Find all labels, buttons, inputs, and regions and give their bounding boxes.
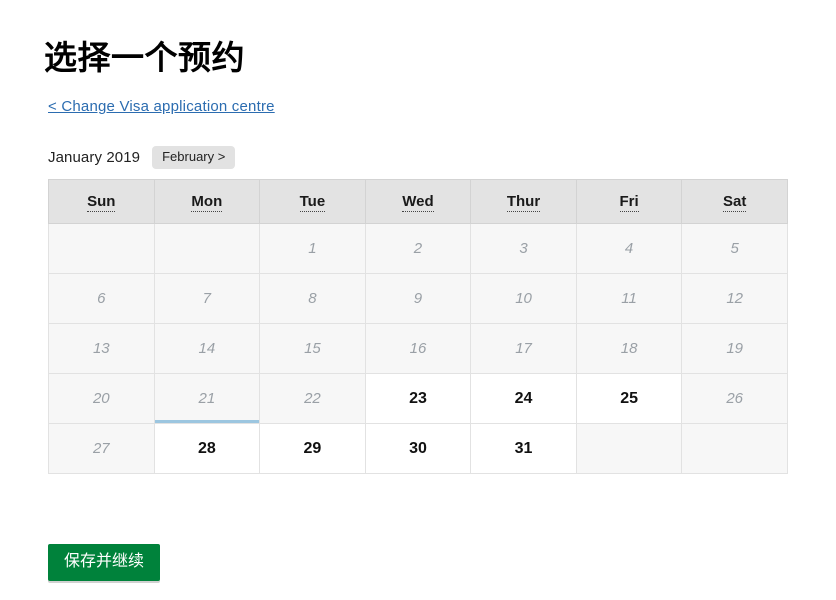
calendar-day-available[interactable]: 24 (470, 373, 577, 424)
calendar-day-empty (681, 423, 788, 474)
calendar-day-disabled: 11 (575, 273, 683, 324)
calendar-day-disabled: 17 (470, 323, 577, 374)
calendar-header-tue: Tue (259, 179, 366, 224)
calendar-day-available[interactable]: 28 (153, 423, 261, 474)
calendar-day-available[interactable]: 30 (364, 423, 472, 474)
appointment-calendar: Sun Mon Tue Wed Thur Fri Sat 1 2 3 4 5 6 7 8 9 10 11 12 13… (48, 179, 788, 474)
calendar-day-disabled: 15 (259, 323, 366, 374)
calendar-day-available[interactable]: 29 (259, 423, 366, 474)
calendar-day-empty (153, 223, 261, 274)
calendar-day-disabled: 13 (48, 323, 155, 374)
calendar-day-disabled: 20 (48, 373, 155, 424)
calendar-header-row: Sun Mon Tue Wed Thur Fri Sat (48, 179, 788, 224)
calendar-day-disabled: 18 (575, 323, 683, 374)
calendar-day-disabled: 8 (259, 273, 366, 324)
weekday-abbr: Fri (619, 193, 639, 212)
next-month-button[interactable]: February > (152, 145, 236, 169)
calendar-header-sat: Sat (681, 179, 788, 224)
calendar-week-row: 20 21 22 23 24 25 26 (48, 373, 788, 424)
calendar-day-available[interactable]: 23 (364, 373, 472, 424)
calendar-day-empty (575, 423, 683, 474)
calendar-week-row: 12345 (48, 223, 788, 274)
calendar-day-disabled: 5 (681, 223, 788, 274)
calendar-week-row: 27 28 29 30 31 (48, 423, 788, 474)
weekday-abbr: Thur (506, 193, 541, 212)
calendar-header-fri: Fri (575, 179, 683, 224)
calendar-day-disabled: 21 (153, 373, 261, 424)
calendar-body: 1 2 3 4 5 6 7 8 9 10 11 12 13 14 15 16 17 18 19 20 21 22 23 24 2… (48, 223, 788, 474)
save-and-continue-button[interactable]: 保存并继续 (48, 544, 161, 581)
calendar-day-available[interactable]: 25 (575, 373, 683, 424)
calendar-day-disabled: 12 (681, 273, 788, 324)
calendar-day-disabled: 9 (364, 273, 472, 324)
calendar-header-mon: Mon (153, 179, 261, 224)
calendar-day-disabled: 10 (470, 273, 577, 324)
calendar-week-row: 6 7 8 9 10 11 12 (48, 273, 788, 324)
weekday-abbr: Sat (723, 193, 747, 212)
calendar-header-thur: Thur (470, 179, 577, 224)
calendar-day-disabled: 19 (681, 323, 788, 374)
calendar-day-disabled: 4 (575, 223, 683, 274)
calendar-week-row: 13 14 15 16 17 18 19 (48, 323, 788, 374)
change-visa-application-centre-link[interactable]: < Change Visa application centre (48, 98, 275, 115)
appointment-page: 选择一个预约 < Change Visa application centre … (0, 0, 836, 600)
calendar-day-empty (48, 223, 155, 274)
calendar-header-sun: Sun (48, 179, 155, 224)
current-month-label: January 2019 (48, 148, 141, 166)
calendar-day-available[interactable]: 31 (470, 423, 577, 474)
calendar-day-disabled: 16 (364, 323, 472, 374)
calendar-header-wed: Wed (364, 179, 472, 224)
page-title: 选择一个预约 (44, 39, 245, 77)
calendar-day-disabled: 22 (259, 373, 366, 424)
calendar-day-disabled: 26 (681, 373, 788, 424)
calendar-day-disabled: 2 (364, 223, 472, 274)
month-navigation: January 2019 February > (48, 145, 236, 169)
weekday-abbr: Mon (191, 193, 223, 212)
calendar-day-disabled: 1 (259, 223, 366, 274)
calendar-day-disabled: 27 (48, 423, 155, 474)
weekday-abbr: Tue (299, 193, 326, 212)
weekday-abbr: Wed (402, 193, 434, 212)
calendar-day-disabled: 7 (153, 273, 261, 324)
calendar-day-disabled: 14 (153, 323, 261, 374)
calendar-day-disabled: 6 (48, 273, 155, 324)
calendar-day-disabled: 3 (470, 223, 577, 274)
weekday-abbr: Sun (87, 193, 116, 212)
